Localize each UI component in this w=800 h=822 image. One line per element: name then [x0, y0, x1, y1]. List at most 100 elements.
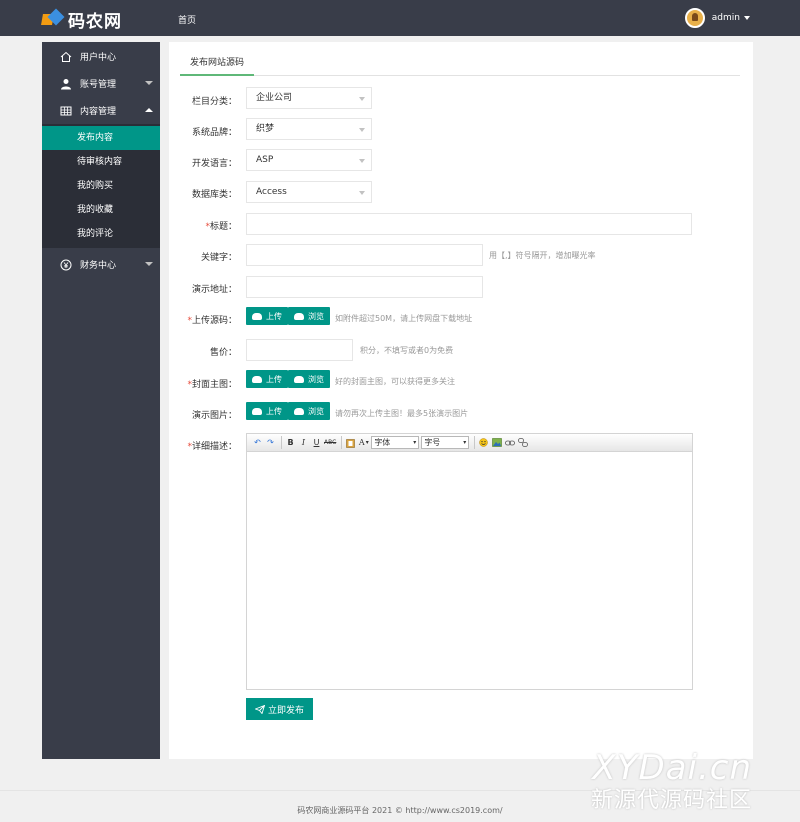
cloud-upload-icon	[252, 407, 262, 415]
submenu-item-purchases[interactable]: 我的购买	[42, 174, 160, 198]
top-header: 码农网 首页 admin	[0, 0, 800, 36]
cloud-icon	[294, 312, 304, 320]
chevron-down-icon	[359, 97, 365, 101]
submenu-item-favorites[interactable]: 我的收藏	[42, 198, 160, 222]
browse-source-button[interactable]: 浏览	[288, 307, 330, 325]
demo-url-label: 演示地址：	[191, 285, 237, 295]
publish-button[interactable]: 立即发布	[246, 698, 313, 720]
chevron-down-icon	[359, 191, 365, 195]
category-label: 栏目分类：	[191, 97, 237, 107]
sidebar-item-label: 用户中心	[80, 53, 117, 63]
upload-source-label: *上传源码：	[187, 316, 237, 326]
chevron-down-icon	[744, 16, 750, 20]
avatar	[684, 8, 705, 28]
submenu-item-publish[interactable]: 发布内容	[42, 126, 160, 150]
font-size-select[interactable]: 字号 ▾	[421, 436, 470, 449]
submenu-item-comments[interactable]: 我的评论	[42, 222, 160, 246]
italic-button[interactable]: I	[298, 436, 309, 449]
paste-icon[interactable]	[345, 436, 356, 449]
language-select-value: ASP	[256, 155, 274, 165]
demo-url-input[interactable]	[246, 276, 483, 298]
brand-select[interactable]: 织梦	[246, 118, 372, 140]
user-icon	[61, 78, 71, 89]
table-icon	[60, 106, 72, 115]
sidebar-item-label: 内容管理	[80, 107, 117, 117]
sidebar-item-label: 账号管理	[80, 80, 117, 90]
submenu-item-pending[interactable]: 待审核内容	[42, 150, 160, 174]
brand-label: 系统品牌：	[191, 128, 237, 138]
font-color-button[interactable]: A ▾	[358, 436, 369, 449]
price-hint: 积分，不填写或者0为免费	[360, 346, 454, 355]
footer: 码农网商业源码平台 2021 © http://www.cs2019.com/	[0, 790, 800, 822]
emoji-icon[interactable]	[478, 436, 489, 449]
title-input[interactable]	[246, 213, 692, 235]
chevron-down-icon: ▾	[413, 439, 417, 446]
price-label: 售价：	[209, 348, 237, 358]
link-icon[interactable]	[504, 436, 515, 449]
logo[interactable]: 码农网	[41, 8, 122, 32]
rich-text-editor: ↶ ↷ B I U ABC A ▾ 字体 ▾ 字号 ▾	[246, 433, 693, 690]
sidebar: 用户中心 账号管理 内容管理 发布内容 待审核内容 我的购买 我的收藏 我的评论…	[42, 42, 160, 759]
keywords-label: 关键字：	[200, 253, 237, 263]
upload-source-hint: 如附件超过50M，请上传网盘下载地址	[335, 314, 473, 323]
browse-cover-button[interactable]: 浏览	[288, 370, 330, 388]
sidebar-item-user-center[interactable]: 用户中心	[42, 43, 160, 70]
category-select-value: 企业公司	[256, 93, 293, 103]
font-family-select[interactable]: 字体 ▾	[371, 436, 420, 449]
toolbar-divider	[341, 436, 343, 449]
cover-label: *封面主图：	[187, 380, 237, 390]
chevron-down-icon: ▾	[365, 439, 369, 446]
language-label: 开发语言：	[191, 159, 237, 169]
editor-body[interactable]	[247, 452, 692, 690]
chevron-down-icon	[359, 128, 365, 132]
strikethrough-button[interactable]: ABC	[324, 436, 336, 449]
underline-button[interactable]: U	[311, 436, 322, 449]
main-content: 发布网站源码 栏目分类： 企业公司 系统品牌： 织梦 开发语言： ASP 数据库…	[169, 42, 753, 759]
price-input[interactable]	[246, 339, 353, 361]
category-select[interactable]: 企业公司	[246, 87, 372, 109]
description-label: *详细描述：	[187, 442, 237, 452]
editor-toolbar: ↶ ↷ B I U ABC A ▾ 字体 ▾ 字号 ▾	[247, 434, 692, 452]
browse-demo-images-button[interactable]: 浏览	[288, 402, 330, 420]
nav-home-link[interactable]: 首页	[178, 13, 196, 26]
database-select[interactable]: Access	[246, 181, 372, 203]
undo-icon[interactable]: ↶	[252, 436, 263, 449]
sidebar-item-account[interactable]: 账号管理	[42, 70, 160, 97]
chevron-down-icon	[145, 262, 153, 266]
cloud-icon	[294, 375, 304, 383]
image-icon[interactable]	[491, 436, 502, 449]
redo-icon[interactable]: ↷	[265, 436, 276, 449]
keywords-hint: 用【,】符号隔开，增加曝光率	[489, 251, 596, 260]
cover-hint: 好的封面主图，可以获得更多关注	[335, 377, 455, 386]
chevron-down-icon	[145, 81, 153, 85]
chevron-down-icon	[359, 159, 365, 163]
database-select-value: Access	[256, 187, 287, 197]
language-select[interactable]: ASP	[246, 149, 372, 171]
tab-publish-source[interactable]: 发布网站源码	[180, 54, 255, 76]
cloud-upload-icon	[252, 312, 262, 320]
toolbar-divider	[281, 436, 282, 449]
chevron-down-icon: ▾	[463, 439, 467, 446]
sidebar-item-content[interactable]: 内容管理	[42, 97, 160, 124]
upload-demo-images-button[interactable]: 上传	[246, 402, 288, 420]
database-label: 数据库类：	[191, 190, 237, 200]
title-label: *标题：	[205, 222, 237, 232]
upload-cover-button[interactable]: 上传	[246, 370, 288, 388]
user-menu[interactable]: admin	[684, 8, 750, 28]
tab-bar: 发布网站源码	[180, 54, 740, 76]
chevron-up-icon	[145, 108, 153, 112]
send-icon	[254, 704, 265, 714]
cloud-upload-icon	[252, 375, 262, 383]
user-name: admin	[711, 13, 740, 23]
unlink-icon[interactable]	[517, 436, 528, 449]
yen-icon	[60, 259, 72, 270]
logo-icon	[41, 8, 65, 29]
upload-source-button[interactable]: 上传	[246, 307, 288, 325]
content-submenu: 发布内容 待审核内容 我的购买 我的收藏 我的评论	[42, 124, 160, 248]
bold-button[interactable]: B	[285, 436, 296, 449]
sidebar-item-label: 财务中心	[80, 261, 117, 271]
sidebar-item-finance[interactable]: 财务中心	[42, 251, 160, 278]
keywords-input[interactable]	[246, 244, 483, 266]
brand-select-value: 织梦	[256, 124, 275, 134]
logo-text: 码农网	[68, 11, 122, 32]
